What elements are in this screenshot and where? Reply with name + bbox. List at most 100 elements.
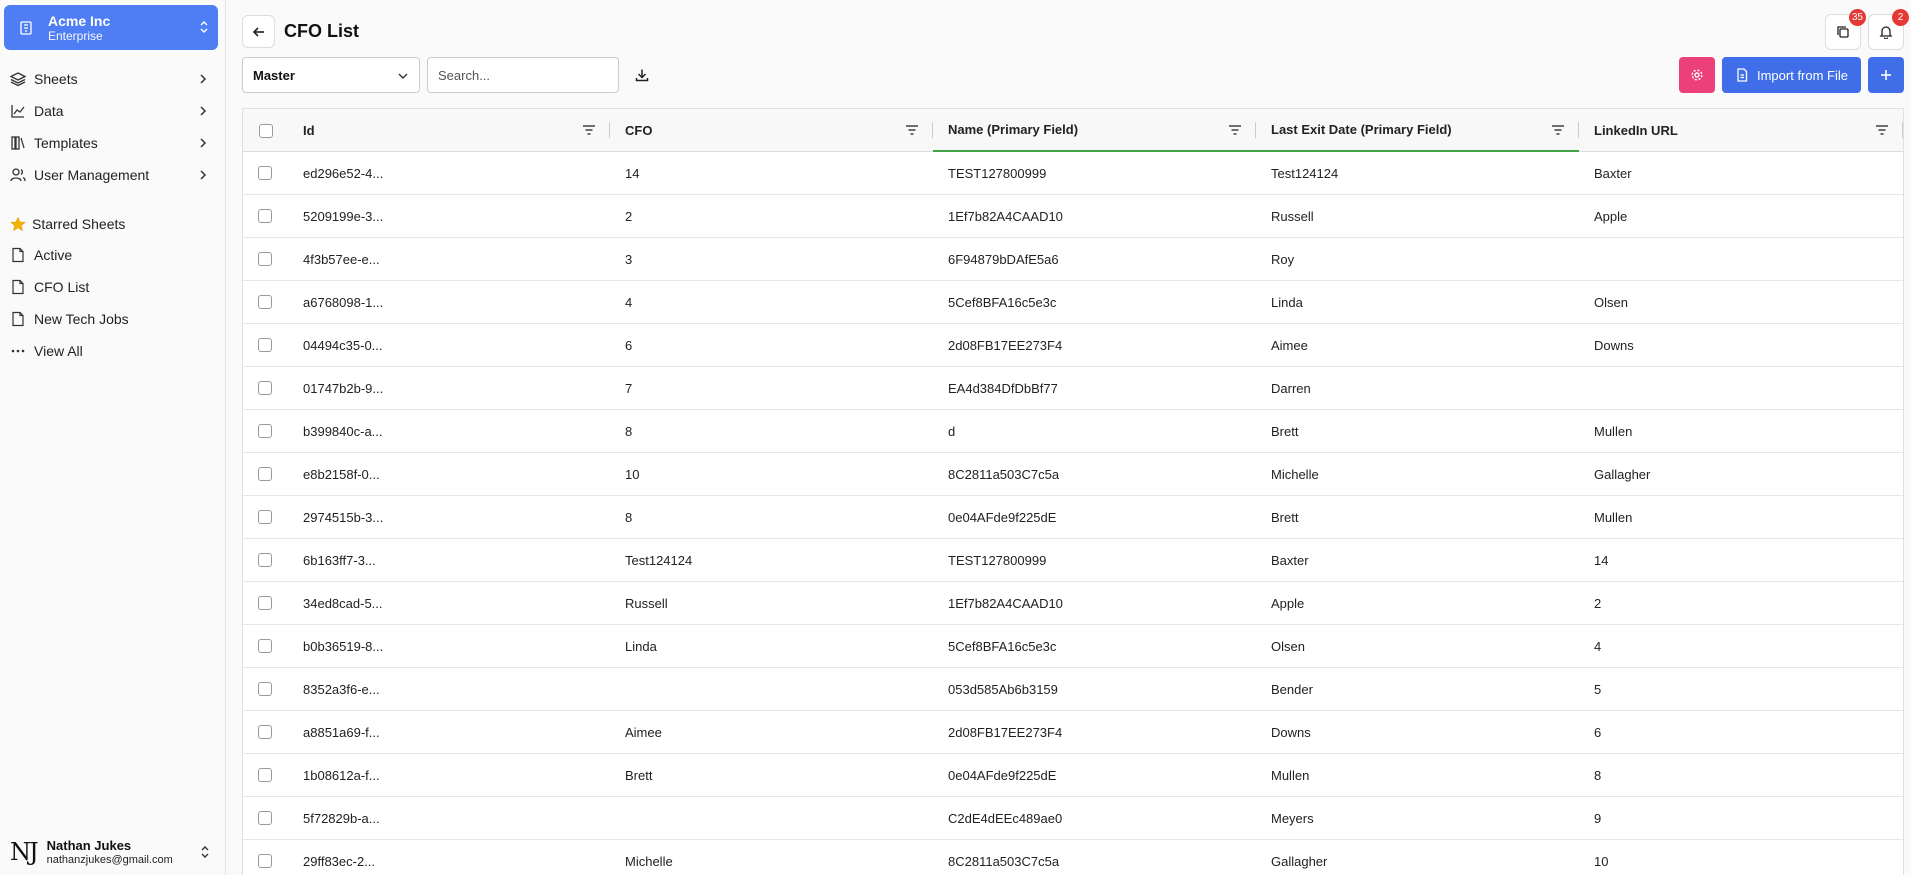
nav-item-data[interactable]: Data [10, 100, 210, 122]
cell-cfo[interactable]: Aimee [625, 711, 925, 754]
cell-id[interactable]: 6b163ff7-3... [303, 539, 603, 582]
cell-last-exit-date[interactable]: Roy [1271, 238, 1571, 281]
cell-name[interactable]: d [948, 410, 1248, 453]
row-checkbox[interactable] [258, 510, 272, 524]
cell-name[interactable]: 1Ef7b82A4CAAD10 [948, 582, 1248, 625]
nav-item-templates[interactable]: Templates [10, 132, 210, 154]
cell-id[interactable]: b0b36519-8... [303, 625, 603, 668]
cell-linkedin-url[interactable]: 9 [1594, 797, 1894, 840]
cell-cfo[interactable]: 7 [625, 367, 925, 410]
cell-id[interactable]: 1b08612a-f... [303, 754, 603, 797]
cell-id[interactable]: 01747b2b-9... [303, 367, 603, 410]
cell-name[interactable]: 0e04AFde9f225dE [948, 496, 1248, 539]
cell-last-exit-date[interactable]: Olsen [1271, 625, 1571, 668]
cell-cfo[interactable]: 8 [625, 496, 925, 539]
cell-last-exit-date[interactable]: Aimee [1271, 324, 1571, 367]
cell-linkedin-url[interactable]: 4 [1594, 625, 1894, 668]
table-row[interactable]: 8352a3f6-e... 053d585Ab6b3159 Bender 5 [243, 668, 1903, 711]
cell-last-exit-date[interactable]: Darren [1271, 367, 1571, 410]
cell-name[interactable]: 8C2811a503C7c5a [948, 453, 1248, 496]
cell-last-exit-date[interactable]: Gallagher [1271, 840, 1571, 875]
table-row[interactable]: e8b2158f-0... 10 8C2811a503C7c5a Michelle Ga… [243, 453, 1903, 496]
cell-name[interactable]: 6F94879bDAfE5a6 [948, 238, 1248, 281]
table-row[interactable]: 6b163ff7-3... Test124124 TEST127800999 Baxt… [243, 539, 1903, 582]
cell-cfo[interactable]: 2 [625, 195, 925, 238]
table-row[interactable]: b0b36519-8... Linda 5Cef8BFA16c5e3c Olsen 4 [243, 625, 1903, 668]
starred-view-all[interactable]: View All [10, 340, 210, 362]
cell-id[interactable]: 4f3b57ee-e... [303, 238, 603, 281]
row-checkbox[interactable] [258, 811, 272, 825]
cell-cfo[interactable]: 4 [625, 281, 925, 324]
cell-last-exit-date[interactable]: Apple [1271, 582, 1571, 625]
row-checkbox[interactable] [258, 854, 272, 868]
cell-cfo[interactable]: 8 [625, 410, 925, 453]
row-checkbox[interactable] [258, 639, 272, 653]
cell-linkedin-url[interactable]: Mullen [1594, 496, 1894, 539]
row-checkbox[interactable] [258, 166, 272, 180]
cell-name[interactable]: 5Cef8BFA16c5e3c [948, 281, 1248, 324]
cell-cfo[interactable]: Brett [625, 754, 925, 797]
cell-name[interactable]: 053d585Ab6b3159 [948, 668, 1248, 711]
table-row[interactable]: 5f72829b-a... C2dE4dEEc489ae0 Meyers 9 [243, 797, 1903, 840]
cell-cfo[interactable]: Linda [625, 625, 925, 668]
column-header-linkedin-url[interactable]: LinkedIn URL [1579, 109, 1903, 152]
row-checkbox[interactable] [258, 209, 272, 223]
cell-name[interactable]: 8C2811a503C7c5a [948, 840, 1248, 875]
cell-last-exit-date[interactable]: Brett [1271, 410, 1571, 453]
cell-last-exit-date[interactable]: Mullen [1271, 754, 1571, 797]
cell-last-exit-date[interactable]: Linda [1271, 281, 1571, 324]
table-row[interactable]: 1b08612a-f... Brett 0e04AFde9f225dE Mullen 8 [243, 754, 1903, 797]
cell-cfo[interactable]: Russell [625, 582, 925, 625]
cell-id[interactable]: 34ed8cad-5... [303, 582, 603, 625]
settings-button[interactable] [1679, 57, 1715, 93]
cell-linkedin-url[interactable]: Apple [1594, 195, 1894, 238]
cell-last-exit-date[interactable]: Test124124 [1271, 152, 1571, 195]
row-checkbox[interactable] [258, 381, 272, 395]
cell-last-exit-date[interactable]: Bender [1271, 668, 1571, 711]
cell-id[interactable]: 5f72829b-a... [303, 797, 603, 840]
starred-item-cfo-list[interactable]: CFO List [10, 276, 210, 298]
cell-linkedin-url[interactable]: Olsen [1594, 281, 1894, 324]
cell-linkedin-url[interactable]: 8 [1594, 754, 1894, 797]
cell-cfo[interactable]: 3 [625, 238, 925, 281]
cell-cfo[interactable]: 14 [625, 152, 925, 195]
row-checkbox[interactable] [258, 596, 272, 610]
starred-item-new-tech-jobs[interactable]: New Tech Jobs [10, 308, 210, 330]
cell-last-exit-date[interactable]: Brett [1271, 496, 1571, 539]
cell-id[interactable]: 5209199e-3... [303, 195, 603, 238]
row-checkbox[interactable] [258, 252, 272, 266]
cell-linkedin-url[interactable]: Downs [1594, 324, 1894, 367]
cell-id[interactable]: a8851a69-f... [303, 711, 603, 754]
table-row[interactable]: 34ed8cad-5... Russell 1Ef7b82A4CAAD10 Apple… [243, 582, 1903, 625]
starred-item-active[interactable]: Active [10, 244, 210, 266]
column-separator[interactable] [1902, 122, 1903, 138]
cell-name[interactable]: 5Cef8BFA16c5e3c [948, 625, 1248, 668]
cell-id[interactable]: a6768098-1... [303, 281, 603, 324]
select-all-checkbox[interactable] [258, 123, 273, 138]
table-row[interactable]: 4f3b57ee-e... 3 6F94879bDAfE5a6 Roy [243, 238, 1903, 281]
row-checkbox[interactable] [258, 682, 272, 696]
user-menu[interactable]: NJ Nathan Jukes nathanzjukes@gmail.com [10, 833, 215, 871]
row-checkbox[interactable] [258, 338, 272, 352]
cell-name[interactable]: 0e04AFde9f225dE [948, 754, 1248, 797]
table-row[interactable]: 5209199e-3... 2 1Ef7b82A4CAAD10 Russell Appl… [243, 195, 1903, 238]
cell-cfo[interactable] [625, 668, 925, 711]
cell-last-exit-date[interactable]: Meyers [1271, 797, 1571, 840]
cell-linkedin-url[interactable]: 14 [1594, 539, 1894, 582]
view-select[interactable]: Master [242, 57, 420, 93]
table-row[interactable]: a8851a69-f... Aimee 2d08FB17EE273F4 Downs 6 [243, 711, 1903, 754]
cell-id[interactable]: 8352a3f6-e... [303, 668, 603, 711]
org-switcher[interactable]: Acme Inc Enterprise [4, 5, 218, 50]
row-checkbox[interactable] [258, 295, 272, 309]
add-row-button[interactable] [1868, 57, 1904, 93]
cell-linkedin-url[interactable]: 5 [1594, 668, 1894, 711]
cell-cfo[interactable] [625, 797, 925, 840]
cell-cfo[interactable]: 10 [625, 453, 925, 496]
table-row[interactable]: b399840c-a... 8 d Brett Mullen [243, 410, 1903, 453]
filter-icon[interactable] [1875, 123, 1889, 137]
search-input[interactable] [427, 57, 619, 93]
cell-linkedin-url[interactable] [1594, 367, 1894, 410]
cell-name[interactable]: TEST127800999 [948, 152, 1248, 195]
column-header-cfo[interactable]: CFO [610, 109, 933, 152]
cell-last-exit-date[interactable]: Baxter [1271, 539, 1571, 582]
